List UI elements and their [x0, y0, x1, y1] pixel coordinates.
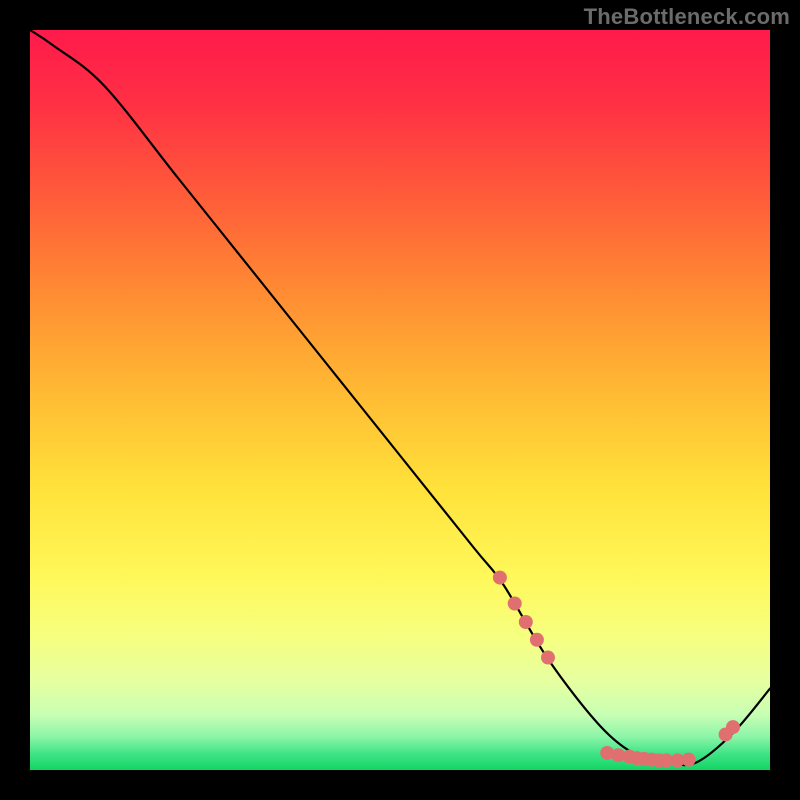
marker-point	[530, 633, 544, 647]
marker-point	[682, 753, 696, 767]
chart-frame: TheBottleneck.com	[0, 0, 800, 800]
marker-point	[726, 720, 740, 734]
marker-point	[541, 651, 555, 665]
bottleneck-chart	[0, 0, 800, 800]
watermark-text: TheBottleneck.com	[584, 4, 790, 30]
chart-background	[30, 30, 770, 770]
marker-point	[493, 571, 507, 585]
marker-point	[519, 615, 533, 629]
marker-point	[508, 597, 522, 611]
